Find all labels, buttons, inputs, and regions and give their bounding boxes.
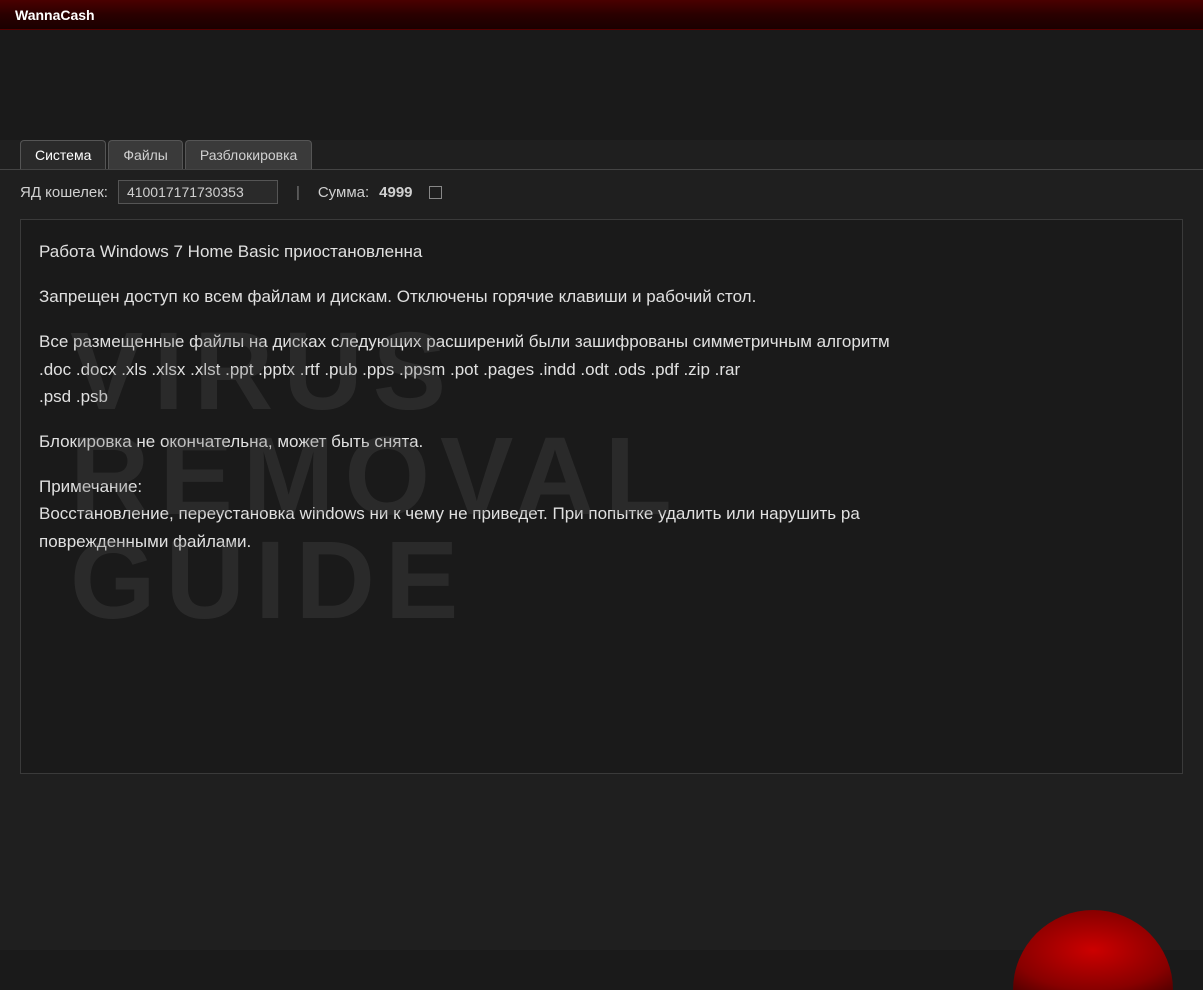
wallet-label: ЯД кошелек: xyxy=(20,184,108,201)
message-text: Все размещенные файлы на дисках следующи… xyxy=(39,328,1164,410)
content-area: VIRUS REMOVAL GUIDE Система Файлы Разбло… xyxy=(0,140,1203,950)
amount-value: 4999 xyxy=(379,184,412,201)
message-panel: Работа Windows 7 Home Basic приостановле… xyxy=(20,219,1183,774)
message-line: Все размещенные файлы на дисках следующи… xyxy=(39,332,890,351)
message-text: Блокировка не окончательна, может быть с… xyxy=(39,428,1164,455)
message-line: поврежденными файлами. xyxy=(39,532,251,551)
message-line: .doc .docx .xls .xlsx .xlst .ppt .pptx .… xyxy=(39,360,740,379)
amount-label: Сумма: xyxy=(318,184,369,201)
tabs: Система Файлы Разблокировка xyxy=(20,140,1203,169)
message-text: Запрещен доступ ко всем файлам и дискам.… xyxy=(39,283,1164,310)
message-line: Примечание: xyxy=(39,477,142,496)
message-heading: Работа Windows 7 Home Basic приостановле… xyxy=(39,238,1164,265)
tab-unlock[interactable]: Разблокировка xyxy=(185,140,312,169)
titlebar: WannaCash xyxy=(0,0,1203,30)
message-text: Примечание: Восстановление, переустановк… xyxy=(39,473,1164,555)
message-line: Восстановление, переустановка windows ни… xyxy=(39,504,860,523)
window-title: WannaCash xyxy=(15,7,95,23)
checkbox-icon[interactable] xyxy=(429,186,442,199)
tab-system[interactable]: Система xyxy=(20,140,106,169)
red-decoration xyxy=(1013,910,1173,990)
tabs-container: Система Файлы Разблокировка xyxy=(0,140,1203,169)
wallet-input[interactable] xyxy=(118,180,278,204)
info-row: ЯД кошелек: | Сумма: 4999 xyxy=(0,169,1203,214)
message-line: .psd .psb xyxy=(39,387,108,406)
main-window: WannaCash VIRUS REMOVAL GUIDE Система Фа… xyxy=(0,0,1203,840)
tab-files[interactable]: Файлы xyxy=(108,140,182,169)
separator: | xyxy=(296,184,300,201)
